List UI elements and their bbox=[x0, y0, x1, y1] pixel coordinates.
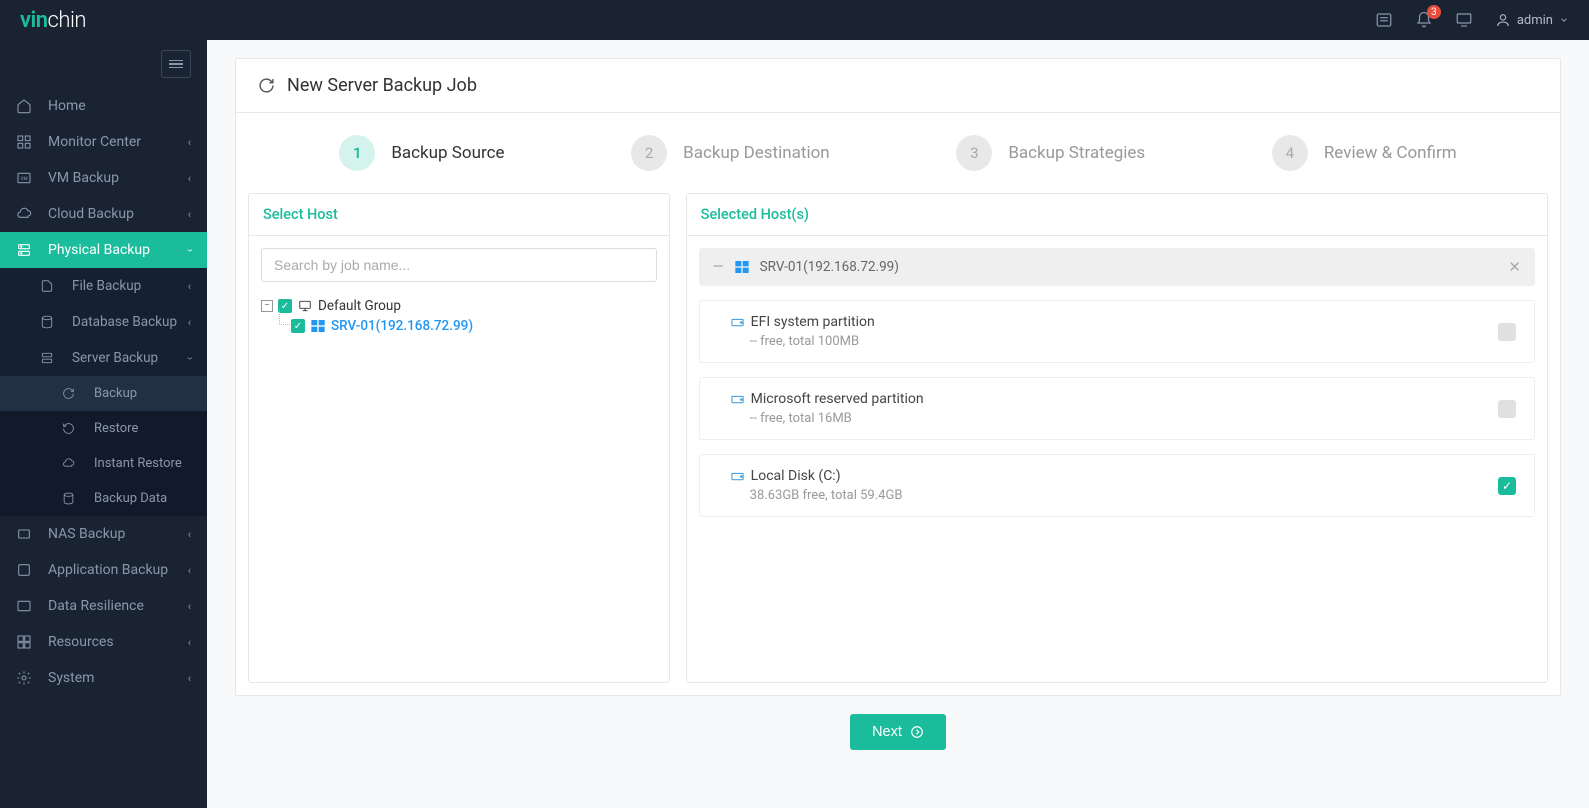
refresh-icon[interactable] bbox=[258, 77, 275, 94]
chevron-left-icon: ‹ bbox=[188, 528, 191, 541]
disk-icon bbox=[730, 469, 745, 484]
monitor-icon[interactable] bbox=[1455, 11, 1473, 29]
sidebar-item-vm-backup[interactable]: VM VM Backup ‹ bbox=[0, 160, 207, 196]
home-icon bbox=[16, 98, 38, 114]
sidebar-item-cloud-backup[interactable]: Cloud Backup ‹ bbox=[0, 196, 207, 232]
checkbox-checked[interactable]: ✓ bbox=[291, 319, 305, 333]
sidebar-item-backup[interactable]: Backup bbox=[0, 376, 207, 411]
cloud-restore-icon bbox=[62, 457, 84, 470]
group-icon bbox=[297, 299, 313, 313]
user-menu[interactable]: admin bbox=[1495, 12, 1569, 28]
sidebar-item-resources[interactable]: Resources ‹ bbox=[0, 624, 207, 660]
checkbox-checked[interactable]: ✓ bbox=[1498, 477, 1516, 495]
top-icons: 3 admin bbox=[1375, 11, 1569, 29]
search-input[interactable] bbox=[261, 248, 657, 282]
file-icon bbox=[40, 279, 62, 293]
select-host-panel: Select Host − ✓ Default Group ✓ bbox=[248, 193, 670, 683]
chevron-left-icon: ‹ bbox=[188, 208, 191, 221]
server-icon bbox=[40, 351, 62, 365]
sidebar-item-database-backup[interactable]: Database Backup ‹ bbox=[0, 304, 207, 340]
disk-item[interactable]: Microsoft reserved partition -- free, to… bbox=[699, 377, 1535, 440]
wizard-step-4[interactable]: 4 Review & Confirm bbox=[1272, 135, 1457, 171]
restore-icon bbox=[62, 422, 84, 435]
wizard-step-3[interactable]: 3 Backup Strategies bbox=[956, 135, 1145, 171]
database-icon bbox=[40, 315, 62, 329]
data-icon bbox=[62, 492, 84, 505]
sidebar-item-server-backup[interactable]: Server Backup ‹ bbox=[0, 340, 207, 376]
sidebar-item-nas-backup[interactable]: NAS Backup ‹ bbox=[0, 516, 207, 552]
shield-icon bbox=[16, 598, 38, 614]
tree-host-row[interactable]: ✓ SRV-01(192.168.72.99) bbox=[261, 316, 657, 336]
main-content: New Server Backup Job 1 Backup Source 2 … bbox=[207, 40, 1589, 808]
selected-host-header[interactable]: — SRV-01(192.168.72.99) ✕ bbox=[699, 248, 1535, 286]
sidebar-item-instant-restore[interactable]: Instant Restore bbox=[0, 446, 207, 481]
nas-icon bbox=[16, 526, 38, 542]
chevron-down-icon: ‹ bbox=[183, 248, 196, 251]
svg-text:VM: VM bbox=[20, 176, 27, 182]
chevron-left-icon: ‹ bbox=[188, 172, 191, 185]
sidebar-item-application-backup[interactable]: Application Backup ‹ bbox=[0, 552, 207, 588]
sidebar-item-backup-data[interactable]: Backup Data bbox=[0, 481, 207, 516]
sidebar-item-restore[interactable]: Restore bbox=[0, 411, 207, 446]
chevron-left-icon: ‹ bbox=[188, 280, 191, 293]
sidebar-physical-submenu: File Backup ‹ Database Backup ‹ Server B… bbox=[0, 268, 207, 516]
notification-badge: 3 bbox=[1427, 5, 1441, 19]
checkbox-unchecked[interactable] bbox=[1498, 323, 1516, 341]
windows-icon bbox=[310, 318, 326, 334]
windows-icon bbox=[734, 259, 750, 275]
footer-buttons: Next bbox=[235, 696, 1561, 768]
sidebar-item-file-backup[interactable]: File Backup ‹ bbox=[0, 268, 207, 304]
disk-icon bbox=[730, 392, 745, 407]
disk-icon bbox=[730, 315, 745, 330]
dashboard-icon bbox=[16, 134, 38, 150]
chevron-down-icon bbox=[1559, 15, 1569, 25]
chevron-left-icon: ‹ bbox=[188, 672, 191, 685]
page-title: New Server Backup Job bbox=[236, 59, 1560, 113]
app-icon bbox=[16, 562, 38, 578]
host-tree: − ✓ Default Group ✓ SRV-01(192.168.72.99… bbox=[261, 296, 657, 336]
hamburger-icon[interactable] bbox=[161, 50, 191, 78]
sidebar-item-monitor-center[interactable]: Monitor Center ‹ bbox=[0, 124, 207, 160]
chevron-left-icon: ‹ bbox=[188, 136, 191, 149]
chevron-left-icon: ‹ bbox=[188, 636, 191, 649]
sidebar-server-backup-submenu: Backup Restore Instant Restore Backup Da… bbox=[0, 376, 207, 516]
sidebar-item-physical-backup[interactable]: Physical Backup ‹ bbox=[0, 232, 207, 268]
server-icon bbox=[16, 242, 38, 258]
chevron-left-icon: ‹ bbox=[188, 564, 191, 577]
close-icon[interactable]: ✕ bbox=[1508, 258, 1521, 276]
list-icon[interactable] bbox=[1375, 11, 1393, 29]
chevron-down-icon: ‹ bbox=[183, 356, 196, 359]
selected-hosts-panel: Selected Host(s) — SRV-01(192.168.72.99)… bbox=[686, 193, 1548, 683]
sidebar-item-system[interactable]: System ‹ bbox=[0, 660, 207, 696]
resources-icon bbox=[16, 634, 38, 650]
tree-group-row[interactable]: − ✓ Default Group bbox=[261, 296, 657, 316]
wizard-step-2[interactable]: 2 Backup Destination bbox=[631, 135, 830, 171]
sidebar: Home Monitor Center ‹ VM VM Backup ‹ Clo… bbox=[0, 40, 207, 808]
arrow-right-circle-icon bbox=[910, 725, 924, 739]
bell-icon[interactable]: 3 bbox=[1415, 11, 1433, 29]
collapse-dash-icon[interactable]: — bbox=[713, 259, 724, 275]
sidebar-toggle bbox=[0, 40, 207, 88]
chevron-left-icon: ‹ bbox=[188, 316, 191, 329]
top-bar: vinchin 3 admin bbox=[0, 0, 1589, 40]
checkbox-unchecked[interactable] bbox=[1498, 400, 1516, 418]
chevron-left-icon: ‹ bbox=[188, 600, 191, 613]
wizard-step-1[interactable]: 1 Backup Source bbox=[339, 135, 504, 171]
gear-icon bbox=[16, 670, 38, 686]
collapse-icon[interactable]: − bbox=[261, 300, 273, 312]
sidebar-item-home[interactable]: Home bbox=[0, 88, 207, 124]
brand-logo: vinchin bbox=[20, 8, 86, 33]
next-button[interactable]: Next bbox=[850, 714, 946, 750]
wizard-steps: 1 Backup Source 2 Backup Destination 3 B… bbox=[236, 113, 1560, 193]
select-host-title: Select Host bbox=[249, 194, 669, 236]
refresh-icon bbox=[62, 387, 84, 400]
disk-item[interactable]: EFI system partition -- free, total 100M… bbox=[699, 300, 1535, 363]
disk-item[interactable]: Local Disk (C:) 38.63GB free, total 59.4… bbox=[699, 454, 1535, 517]
vm-icon: VM bbox=[16, 170, 38, 186]
cloud-icon bbox=[16, 206, 38, 222]
selected-hosts-title: Selected Host(s) bbox=[687, 194, 1547, 236]
sidebar-item-data-resilience[interactable]: Data Resilience ‹ bbox=[0, 588, 207, 624]
